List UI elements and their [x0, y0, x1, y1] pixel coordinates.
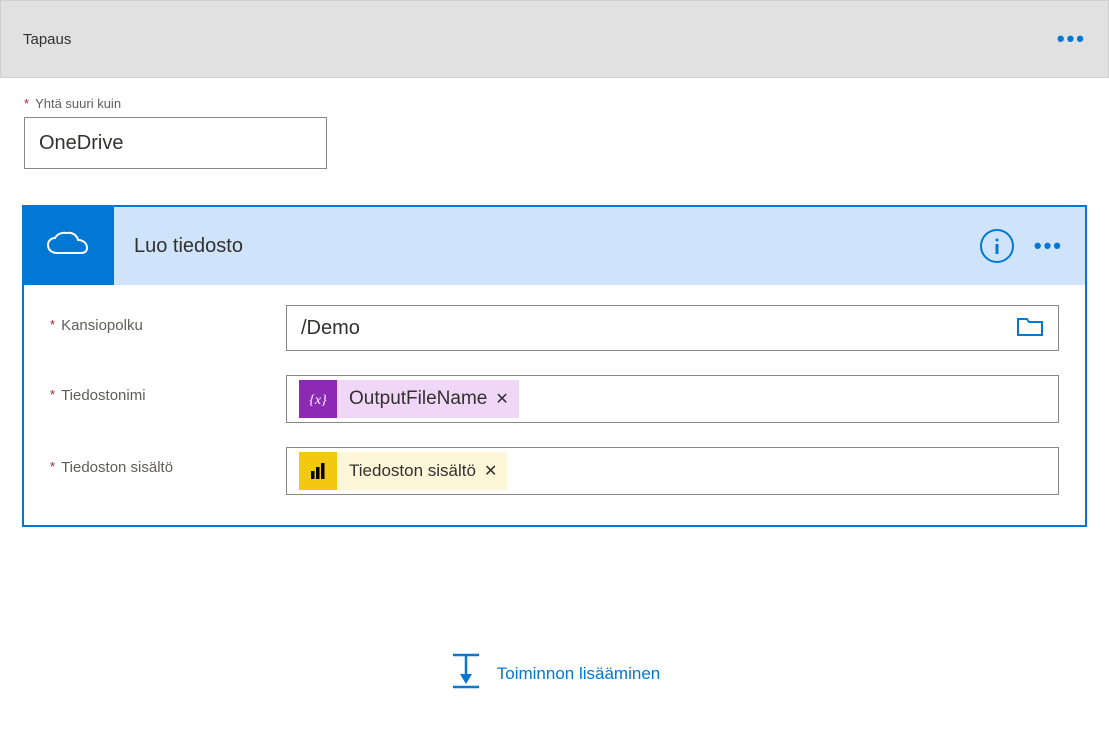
powerbi-token-body: Tiedoston sisältö ✕ [337, 452, 507, 490]
file-content-input[interactable]: Tiedoston sisältö ✕ [286, 447, 1059, 495]
case-header: Tapaus ••• [0, 0, 1109, 78]
required-indicator: * [50, 317, 55, 334]
required-indicator: * [50, 459, 55, 476]
file-content-label-text: Tiedoston sisältö [61, 459, 173, 476]
folder-picker-button[interactable] [1016, 315, 1044, 342]
case-menu-button[interactable]: ••• [1057, 26, 1086, 52]
powerbi-token[interactable]: Tiedoston sisältö ✕ [299, 452, 507, 490]
info-button[interactable] [980, 229, 1014, 263]
variable-icon: {x} [299, 380, 337, 418]
variable-token-label: OutputFileName [349, 388, 487, 410]
file-name-row: * Tiedostonimi {x} OutputFileName ✕ [50, 375, 1059, 423]
file-name-label-text: Tiedostonimi [61, 387, 145, 404]
add-action-button[interactable]: Toiminnon lisääminen [497, 664, 660, 684]
folder-path-input[interactable]: /Demo [286, 305, 1059, 351]
file-name-input[interactable]: {x} OutputFileName ✕ [286, 375, 1059, 423]
equals-input[interactable] [24, 117, 327, 169]
file-content-label: * Tiedoston sisältö [50, 447, 286, 476]
file-name-label: * Tiedostonimi [50, 375, 286, 404]
variable-token-body: OutputFileName ✕ [337, 380, 519, 418]
action-header[interactable]: Luo tiedosto ••• [24, 207, 1085, 285]
required-indicator: * [50, 387, 55, 404]
equals-label: * Yhtä suuri kuin [24, 96, 1085, 111]
file-content-row: * Tiedoston sisältö Tiedoston sisältö ✕ [50, 447, 1059, 495]
create-file-action: Luo tiedosto ••• * Kansiopolku /Demo [22, 205, 1087, 527]
folder-path-label-text: Kansiopolku [61, 317, 143, 334]
svg-text:{x}: {x} [309, 393, 327, 408]
powerbi-token-label: Tiedoston sisältö [349, 461, 476, 481]
variable-token[interactable]: {x} OutputFileName ✕ [299, 380, 519, 418]
onedrive-icon [24, 207, 114, 285]
folder-path-row: * Kansiopolku /Demo [50, 305, 1059, 351]
equals-label-text: Yhtä suuri kuin [35, 96, 121, 111]
insert-step-icon[interactable] [449, 650, 483, 697]
equals-section: * Yhtä suuri kuin [0, 78, 1109, 169]
remove-token-button[interactable]: ✕ [495, 389, 508, 409]
required-indicator: * [24, 96, 29, 111]
remove-token-button[interactable]: ✕ [484, 461, 497, 481]
action-body: * Kansiopolku /Demo * Tiedostonimi [24, 285, 1085, 525]
add-action-row: Toiminnon lisääminen [0, 650, 1109, 697]
folder-path-value: /Demo [295, 317, 1016, 340]
action-title: Luo tiedosto [134, 235, 980, 258]
case-title: Tapaus [23, 31, 71, 48]
powerbi-icon [299, 452, 337, 490]
action-menu-button[interactable]: ••• [1034, 233, 1063, 259]
folder-path-label: * Kansiopolku [50, 305, 286, 334]
